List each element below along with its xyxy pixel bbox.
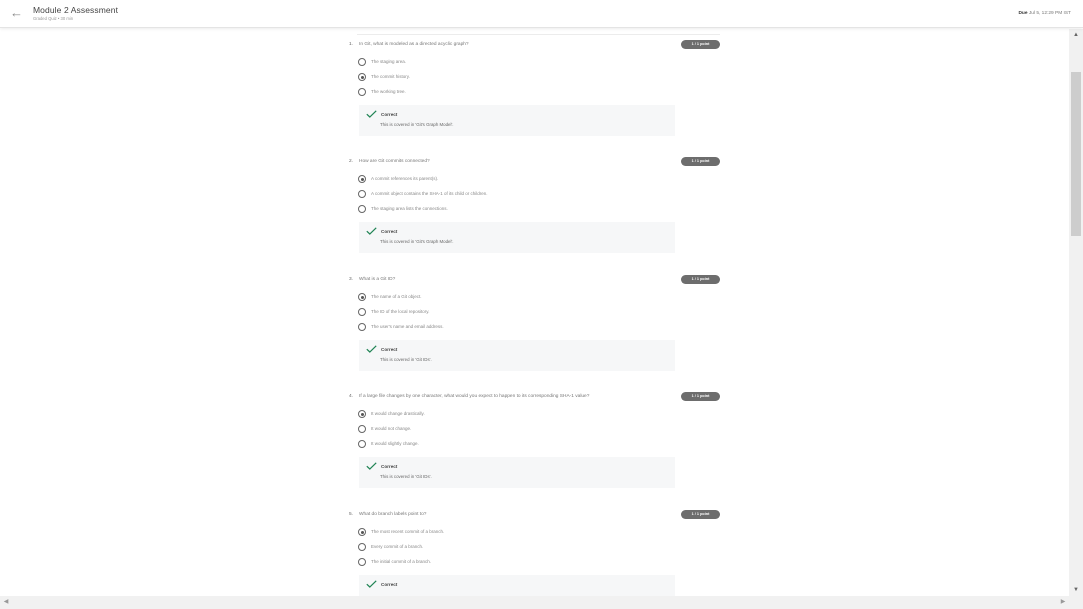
answer-option-label: A commit references its parent(s). <box>371 176 439 181</box>
feedback-panel: Correct This is covered in 'Git IDs'. <box>359 457 675 488</box>
caret-right-icon[interactable]: ▶ <box>1057 596 1069 609</box>
feedback-status: Correct <box>381 347 398 352</box>
feedback-text: This is covered in 'Git IDs'. <box>380 357 432 362</box>
page-title: Module 2 Assessment <box>33 5 119 15</box>
radio-selected-icon[interactable] <box>358 175 366 183</box>
points-badge: 1 / 1 point <box>681 392 720 401</box>
answer-option-label: It would not change. <box>371 426 412 431</box>
answer-option-label: The ID of the local repository. <box>371 309 430 314</box>
answer-option-label: The user's name and email address. <box>371 324 444 329</box>
answer-option-label: The staging area lists the connections. <box>371 206 448 211</box>
caret-left-icon[interactable]: ◀ <box>0 596 12 609</box>
caret-down-icon[interactable]: ▼ <box>1069 584 1083 596</box>
question-text: How are Git commits connected? <box>359 159 430 164</box>
answer-option-label: It would change drastically. <box>371 411 425 416</box>
question-1: 1. In Git, what is modeled as a directed … <box>0 40 1069 160</box>
feedback-panel: Correct This is covered in 'Git IDs'. <box>359 340 675 371</box>
caret-up-icon[interactable]: ▲ <box>1069 29 1083 41</box>
radio-icon[interactable] <box>358 88 366 96</box>
question-number: 1. <box>349 42 354 47</box>
radio-selected-icon[interactable] <box>358 293 366 301</box>
feedback-panel: Correct This is covered in 'Git's Graph M… <box>359 222 675 253</box>
answer-option-label: The working tree. <box>371 89 406 94</box>
radio-icon[interactable] <box>358 190 366 198</box>
question-5: 5. What do branch labels point to? 1 / 1 p… <box>0 510 1069 596</box>
points-badge: 1 / 1 point <box>681 40 720 49</box>
radio-selected-icon[interactable] <box>358 528 366 536</box>
radio-icon[interactable] <box>358 558 366 566</box>
answer-option-label: The initial commit of a branch. <box>371 559 432 564</box>
radio-icon[interactable] <box>358 440 366 448</box>
question-number: 4. <box>349 394 354 399</box>
checkmark-icon <box>366 462 377 470</box>
feedback-status: Correct <box>381 582 398 587</box>
question-number: 2. <box>349 159 354 164</box>
checkmark-icon <box>366 110 377 118</box>
page-header: ← Module 2 Assessment Graded Quiz • 30 m… <box>0 0 1083 28</box>
points-badge: 1 / 1 point <box>681 275 720 284</box>
radio-icon[interactable] <box>358 323 366 331</box>
question-number: 5. <box>349 512 354 517</box>
answer-option-label: The most recent commit of a branch. <box>371 529 445 534</box>
question-2: 2. How are Git commits connected? 1 / 1 po… <box>0 157 1069 277</box>
points-badge: 1 / 1 point <box>681 510 720 519</box>
question-3: 3. What is a Git ID? 1 / 1 point The name o… <box>0 275 1069 395</box>
scrollbar-corner <box>1069 596 1083 609</box>
answer-option-label: It would slightly change. <box>371 441 419 446</box>
answer-option-label: The name of a Git object. <box>371 294 422 299</box>
divider <box>357 34 720 35</box>
question-text: What is a Git ID? <box>359 277 396 282</box>
answer-option-label: The staging area. <box>371 59 407 64</box>
due-label: Due <box>1018 11 1028 16</box>
question-number: 3. <box>349 277 354 282</box>
answer-option-label: Every commit of a branch. <box>371 544 424 549</box>
points-badge: 1 / 1 point <box>681 157 720 166</box>
feedback-text: This is covered in 'Git IDs'. <box>380 474 432 479</box>
scrollbar-thumb[interactable] <box>1071 72 1081 236</box>
due-date: Due Jul 5, 12:29 PM IST <box>1018 11 1071 16</box>
feedback-status: Correct <box>381 112 398 117</box>
feedback-panel: Correct <box>359 575 675 596</box>
radio-icon[interactable] <box>358 543 366 551</box>
question-text: In Git, what is modeled as a directed ac… <box>359 42 469 47</box>
radio-selected-icon[interactable] <box>358 73 366 81</box>
question-text: What do branch labels point to? <box>359 512 427 517</box>
radio-icon[interactable] <box>358 308 366 316</box>
feedback-text: This is covered in 'Git's Graph Model'. <box>380 239 454 244</box>
feedback-panel: Correct This is covered in 'Git's Graph M… <box>359 105 675 136</box>
arrow-left-icon[interactable]: ← <box>10 6 24 20</box>
radio-selected-icon[interactable] <box>358 410 366 418</box>
checkmark-icon <box>366 580 377 588</box>
horizontal-scrollbar[interactable]: ◀ ▶ <box>0 596 1069 609</box>
quiz-content: 1. In Git, what is modeled as a directed … <box>0 29 1069 596</box>
question-4: 4. If a large file changes by one charact… <box>0 392 1069 512</box>
vertical-scrollbar[interactable]: ▲ ▼ <box>1069 29 1083 596</box>
page-subtitle: Graded Quiz • 30 min <box>33 16 74 21</box>
answer-option-label: The commit history. <box>371 74 410 79</box>
due-value: Jul 5, 12:29 PM IST <box>1028 11 1071 16</box>
radio-icon[interactable] <box>358 205 366 213</box>
feedback-text: This is covered in 'Git's Graph Model'. <box>380 122 454 127</box>
checkmark-icon <box>366 227 377 235</box>
feedback-status: Correct <box>381 464 398 469</box>
radio-icon[interactable] <box>358 425 366 433</box>
checkmark-icon <box>366 345 377 353</box>
question-text: If a large file changes by one character… <box>359 394 590 399</box>
radio-icon[interactable] <box>358 58 366 66</box>
answer-option-label: A commit object contains the SHA-1 of it… <box>371 191 488 196</box>
feedback-status: Correct <box>381 229 398 234</box>
